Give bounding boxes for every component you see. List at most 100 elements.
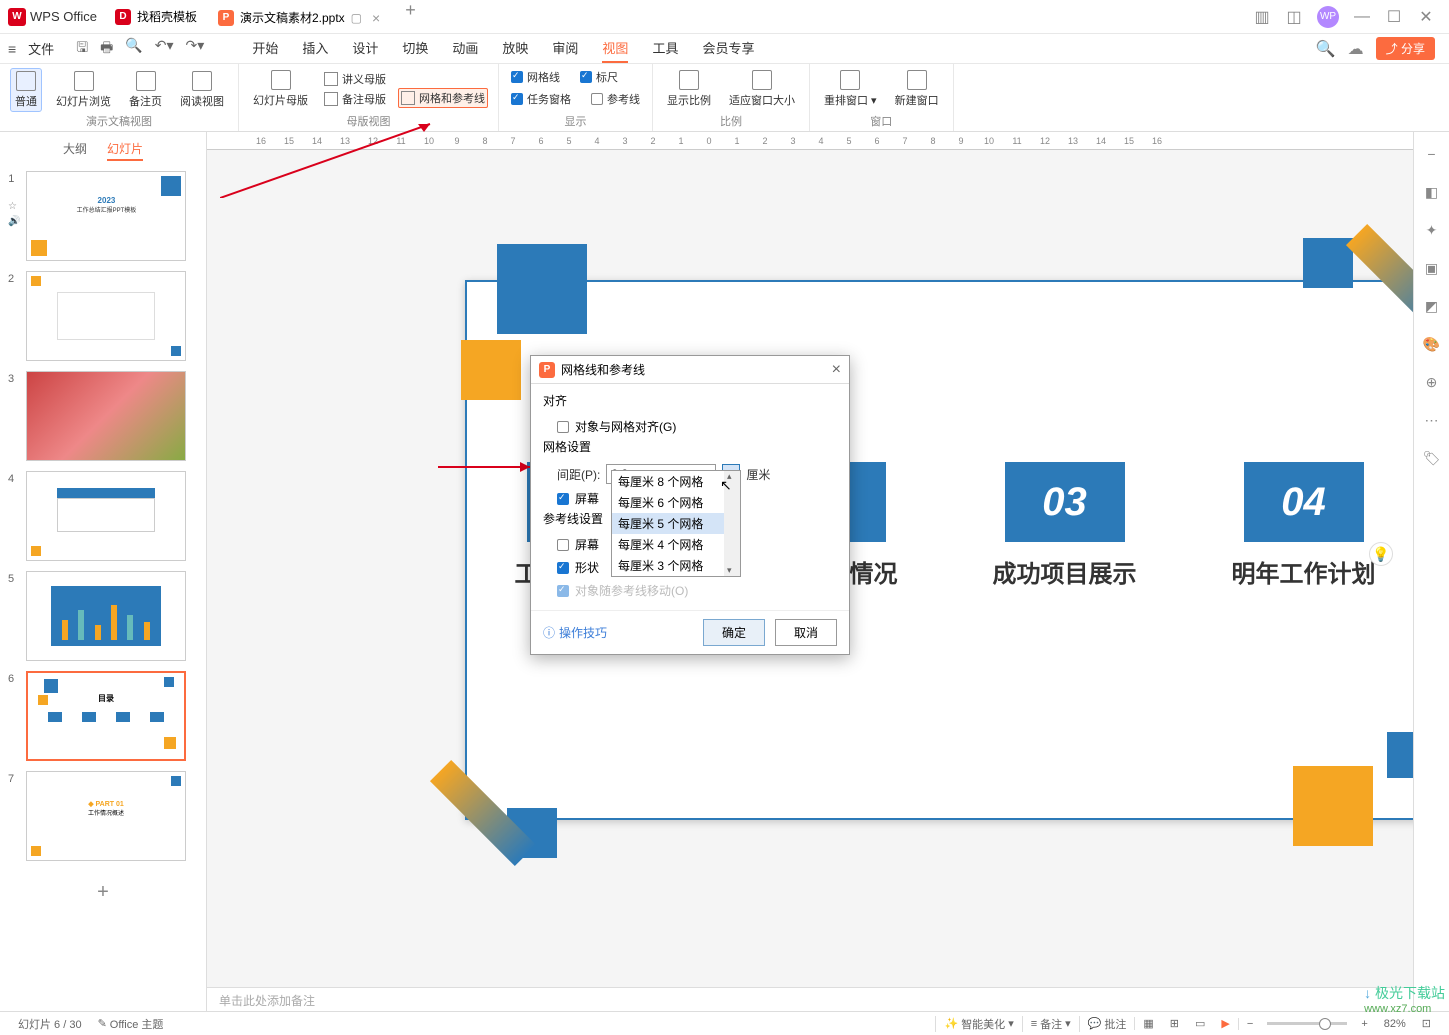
menutab-start[interactable]: 开始	[252, 34, 278, 63]
slide-thumb-4[interactable]: 4	[8, 471, 198, 561]
normal-view-button[interactable]: 普通	[10, 68, 42, 112]
tab-template[interactable]: D 找稻壳模板	[105, 0, 208, 33]
cube-icon[interactable]: ◫	[1285, 8, 1303, 26]
asset-icon[interactable]: ◩	[1422, 296, 1442, 316]
file-menu[interactable]: 文件	[24, 39, 58, 58]
ruler-check[interactable]: 标尺	[578, 68, 620, 86]
arrange-window-button[interactable]: 重排窗口 ▾	[820, 68, 881, 110]
comments-toggle[interactable]: 💬 批注	[1079, 1016, 1135, 1032]
menutab-transition[interactable]: 切换	[402, 34, 428, 63]
more-icon[interactable]: ⋯	[1422, 410, 1442, 430]
lightbulb-icon[interactable]: 💡	[1369, 542, 1393, 566]
layout-icon[interactable]: ▥	[1253, 8, 1271, 26]
reading-view-button[interactable]: 阅读视图	[176, 69, 228, 111]
shape-icon[interactable]: ▣	[1422, 258, 1442, 278]
sorter-view-button[interactable]: 幻灯片浏览	[52, 69, 115, 111]
tips-link[interactable]: ⓘ 操作技巧	[543, 624, 607, 641]
style-icon[interactable]: ◧	[1422, 182, 1442, 202]
slide-thumb-6[interactable]: 6 目录	[8, 671, 198, 761]
tab-label: 找稻壳模板	[137, 8, 197, 25]
tab-document[interactable]: P 演示文稿素材2.pptx ▢ ×	[208, 0, 395, 33]
slide-thumb-7[interactable]: 7 ◆ PART 01 工作情况概述	[8, 771, 198, 861]
dialog-titlebar[interactable]: P 网格线和参考线 ×	[531, 356, 849, 384]
dialog-close-icon[interactable]: ×	[832, 361, 841, 379]
show-scale-button[interactable]: 显示比例	[663, 68, 715, 110]
zoom-out-icon[interactable]: −	[1238, 1018, 1261, 1030]
menutab-design[interactable]: 设计	[352, 34, 378, 63]
menutab-insert[interactable]: 插入	[302, 34, 328, 63]
view-normal-icon[interactable]: ▦	[1134, 1017, 1161, 1030]
cancel-button[interactable]: 取消	[775, 619, 837, 646]
play-icon[interactable]: ▶	[1213, 1017, 1237, 1030]
zoom-value[interactable]: 82%	[1376, 1018, 1414, 1030]
presentation-icon: P	[218, 10, 234, 26]
checkbox-icon[interactable]	[557, 493, 569, 505]
save-icon[interactable]: 🖫	[76, 37, 88, 61]
slide-position[interactable]: 幻灯片 6 / 30	[10, 1016, 90, 1032]
menu-icon[interactable]: ≡	[8, 41, 16, 57]
tab-restore-icon[interactable]: ▢	[351, 11, 362, 25]
new-window-button[interactable]: 新建窗口	[891, 68, 943, 110]
menutab-review[interactable]: 审阅	[552, 34, 578, 63]
tool-icon[interactable]: ⊕	[1422, 372, 1442, 392]
palette-icon[interactable]: 🎨	[1422, 334, 1442, 354]
menutab-member[interactable]: 会员专享	[702, 34, 754, 63]
guide-check[interactable]: 参考线	[589, 90, 642, 108]
minus-icon[interactable]: −	[1422, 144, 1442, 164]
redo-icon[interactable]: ↷▾	[186, 37, 205, 61]
undo-icon[interactable]: ↶▾	[155, 37, 174, 61]
tag-icon[interactable]: 🏷	[1422, 448, 1442, 468]
grid-guide-dialog: P 网格线和参考线 × 对齐 对象与网格对齐(G) 网格设置 间距(P): ▾ …	[530, 355, 850, 655]
fit-icon[interactable]: ⊡	[1414, 1017, 1439, 1030]
checkbox-icon[interactable]	[557, 562, 569, 574]
notes-page-button[interactable]: 备注页	[125, 69, 166, 111]
theme-indicator[interactable]: ✎ Office 主题	[90, 1016, 172, 1032]
slide-thumb-1[interactable]: 1 ☆🔊 2023 工作总结汇报PPT模板	[8, 171, 198, 261]
smart-beautify-button[interactable]: ✨ 智能美化 ▾	[935, 1016, 1021, 1032]
menutab-tools[interactable]: 工具	[652, 34, 678, 63]
zoom-slider[interactable]	[1267, 1022, 1347, 1025]
taskpane-check[interactable]: 任务窗格	[509, 90, 573, 108]
grid-guide-button[interactable]: 网格和参考线	[398, 88, 488, 108]
dropdown-item[interactable]: 每厘米 3 个网格	[612, 555, 740, 576]
slides-tab[interactable]: 幻灯片	[107, 138, 143, 161]
layout-icon[interactable]: ✦	[1422, 220, 1442, 240]
preview-icon[interactable]: 🔍	[125, 37, 142, 61]
minimize-icon[interactable]: —	[1353, 8, 1371, 26]
outline-tab[interactable]: 大纲	[63, 138, 87, 161]
zoom-in-icon[interactable]: +	[1353, 1018, 1375, 1030]
maximize-icon[interactable]: ☐	[1385, 8, 1403, 26]
notes-master-button[interactable]: 备注母版	[322, 90, 388, 108]
view-sorter-icon[interactable]: ⊞	[1162, 1017, 1187, 1030]
cloud-sync-icon[interactable]: ☁	[1348, 39, 1364, 59]
slide-thumb-2[interactable]: 2	[8, 271, 198, 361]
handout-master-button[interactable]: 讲义母版	[322, 70, 388, 88]
align-to-grid-row[interactable]: 对象与网格对齐(G)	[543, 415, 837, 438]
search-icon[interactable]: 🔍	[1316, 39, 1336, 59]
notes-toggle[interactable]: ≡ 备注 ▾	[1022, 1016, 1079, 1032]
share-button[interactable]: ⤴ 分享	[1376, 37, 1435, 60]
slide-list[interactable]: 1 ☆🔊 2023 工作总结汇报PPT模板 2 3 4 5	[0, 167, 206, 1015]
slide-thumb-3[interactable]: 3	[8, 371, 198, 461]
dropdown-item[interactable]: 每厘米 5 个网格	[612, 513, 740, 534]
user-avatar[interactable]: WP	[1317, 6, 1339, 28]
print-icon[interactable]: 🖶	[100, 37, 113, 61]
close-icon[interactable]: ×	[368, 10, 384, 26]
slide-master-button[interactable]: 幻灯片母版	[249, 68, 312, 110]
menutab-view[interactable]: 视图	[602, 34, 628, 63]
checkbox-icon[interactable]	[557, 421, 569, 433]
dropdown-item[interactable]: 每厘米 4 个网格	[612, 534, 740, 555]
menutab-slideshow[interactable]: 放映	[502, 34, 528, 63]
checkbox-icon[interactable]	[557, 539, 569, 551]
gridline-check[interactable]: 网格线	[509, 68, 562, 86]
toc-item-3: 03成功项目展示	[993, 462, 1137, 589]
add-tab-button[interactable]: +	[395, 0, 426, 33]
close-window-icon[interactable]: ✕	[1417, 8, 1435, 26]
ok-button[interactable]: 确定	[703, 619, 765, 646]
dropdown-item[interactable]: 每厘米 6 个网格	[612, 492, 740, 513]
menutab-animation[interactable]: 动画	[452, 34, 478, 63]
slide-thumb-5[interactable]: 5	[8, 571, 198, 661]
fit-window-button[interactable]: 适应窗口大小	[725, 68, 799, 110]
add-slide-button[interactable]: +	[8, 871, 198, 914]
view-reading-icon[interactable]: ▭	[1187, 1017, 1213, 1030]
